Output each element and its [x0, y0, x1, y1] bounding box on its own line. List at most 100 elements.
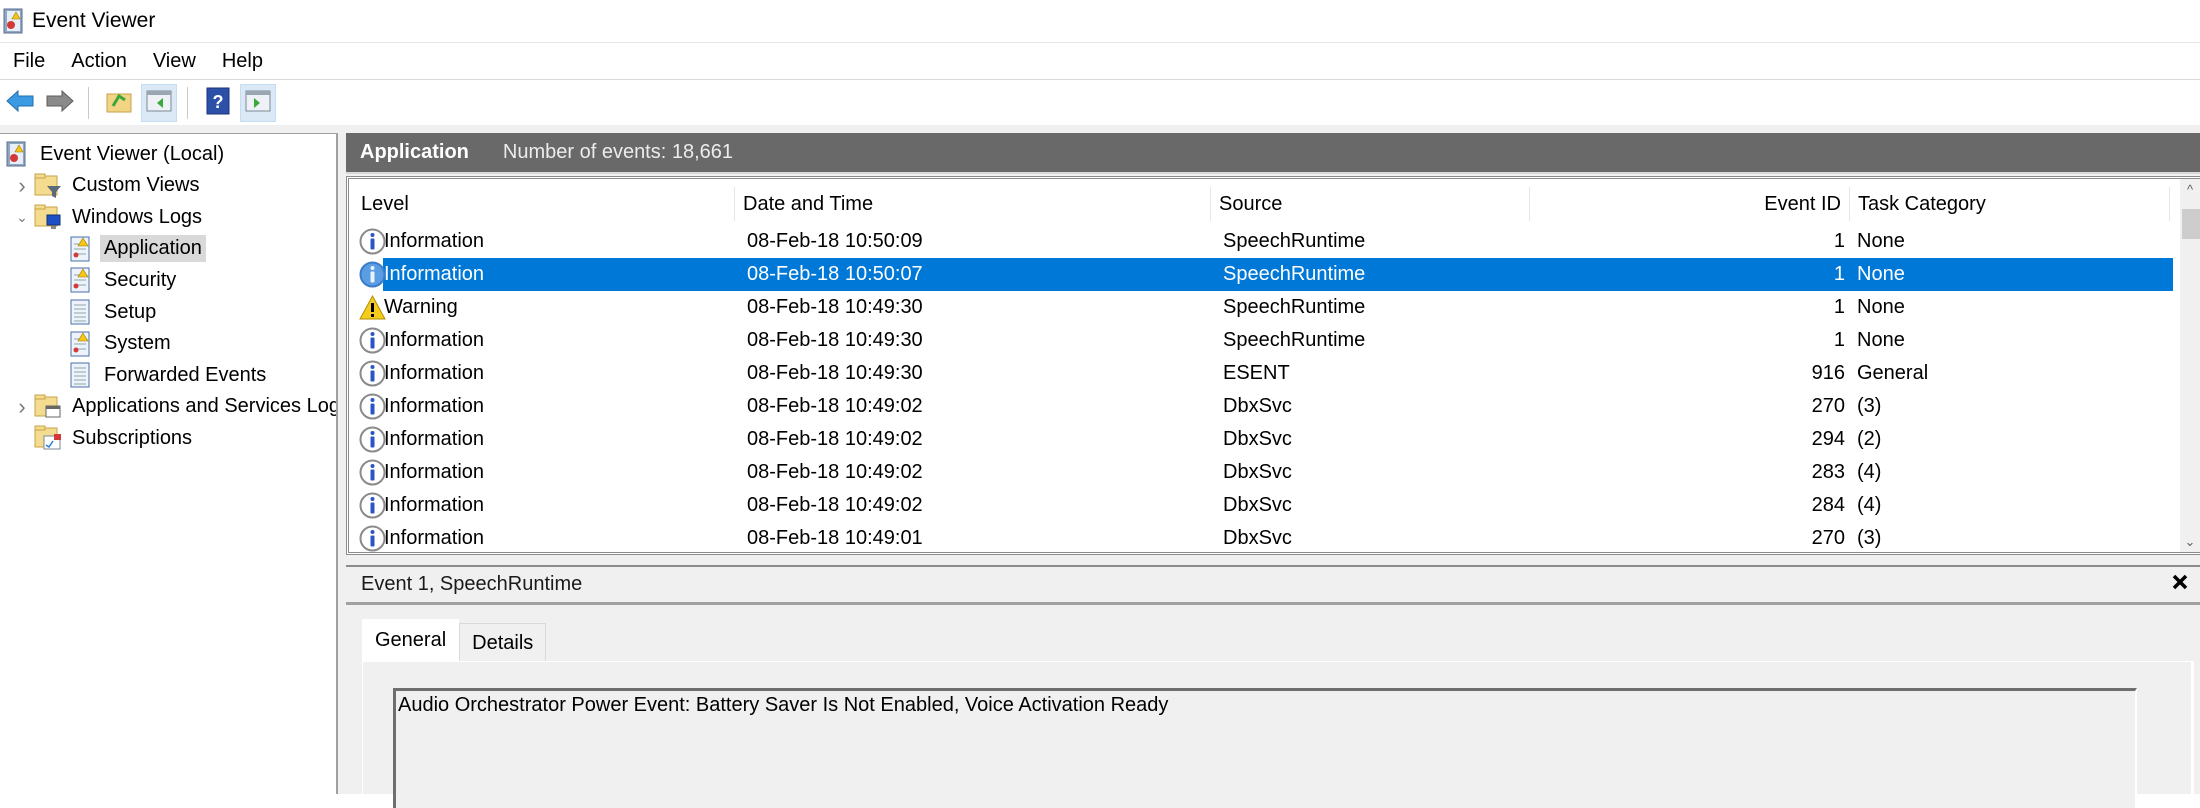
cell-task-category: (2) — [1857, 428, 1882, 450]
log-warning-icon — [66, 331, 94, 357]
tree-item-forwarded-events[interactable]: Forwarded Events — [66, 360, 270, 390]
info-icon — [359, 327, 386, 354]
column-header-source[interactable]: Source — [1211, 187, 1530, 221]
column-header-date-time[interactable]: Date and Time — [735, 187, 1211, 221]
table-row[interactable]: Information 08-Feb-18 10:49:30 ESENT 916 Gen… — [353, 357, 2173, 390]
cell-event-id: 270 — [1811, 395, 1845, 417]
details-title: Event 1, SpeechRuntime — [361, 573, 583, 595]
column-header-level[interactable]: Level — [353, 187, 735, 221]
tree-item-label: Custom Views — [72, 174, 200, 197]
info-icon — [359, 426, 386, 453]
help-icon: ? — [206, 87, 230, 120]
menu-view[interactable]: View — [140, 42, 209, 80]
tree-item-security[interactable]: Security — [66, 265, 180, 295]
table-row[interactable]: Warning 08-Feb-18 10:49:30 SpeechRuntime 1 N… — [353, 291, 2173, 324]
tree-item-windows-logs[interactable]: ⌄ Windows Logs — [14, 202, 206, 232]
back-arrow-icon — [5, 88, 35, 119]
forward-button[interactable] — [42, 84, 78, 122]
cell-date-time: 08-Feb-18 10:49:01 — [747, 527, 923, 549]
log-name: Application — [360, 141, 469, 163]
folder-window-icon — [34, 394, 62, 420]
toolbar-separator — [88, 87, 89, 119]
scroll-thumb[interactable] — [2182, 209, 2200, 239]
column-header-event-id[interactable]: Event ID — [1530, 187, 1850, 221]
vertical-scrollbar[interactable]: ^ ⌄ — [2180, 179, 2200, 552]
cell-event-id: 1 — [1833, 230, 1845, 252]
menu-file[interactable]: File — [0, 42, 58, 80]
info-icon — [359, 525, 386, 552]
cell-event-id: 284 — [1811, 494, 1845, 516]
tree-item-applications-and-services-logs[interactable]: › Applications and Services Logs — [14, 392, 336, 422]
event-description-box[interactable]: Audio Orchestrator Power Event: Battery … — [393, 688, 2137, 808]
event-description: Audio Orchestrator Power Event: Battery … — [398, 694, 1169, 716]
help-button[interactable]: ? — [200, 84, 236, 122]
table-row[interactable]: Information 08-Feb-18 10:50:07 SpeechRunti… — [353, 258, 2173, 291]
row-cells: Information 08-Feb-18 10:49:02 DbxSvc 284 (4… — [383, 489, 2173, 522]
windows-logs-folder-icon — [34, 204, 62, 230]
chevron-down-icon[interactable]: ⌄ — [14, 209, 30, 226]
close-details-button[interactable] — [2166, 571, 2194, 599]
cell-source: DbxSvc — [1223, 527, 1292, 549]
cell-date-time: 08-Feb-18 10:49:02 — [747, 461, 923, 483]
table-body: Information 08-Feb-18 10:50:09 SpeechRunti… — [353, 225, 2173, 552]
up-one-level-button[interactable] — [101, 84, 137, 122]
table-row[interactable]: Information 08-Feb-18 10:49:30 SpeechRunti… — [353, 324, 2173, 357]
cell-level: Information — [384, 230, 485, 252]
cell-task-category: (4) — [1857, 494, 1882, 516]
cell-date-time: 08-Feb-18 10:50:07 — [747, 263, 923, 285]
toolbar: ? — [0, 81, 2200, 125]
cell-task-category: None — [1857, 296, 1905, 318]
table-row[interactable]: Information 08-Feb-18 10:49:01 DbxSvc 270 (3… — [353, 522, 2173, 552]
subscriptions-icon — [34, 425, 62, 451]
table-row[interactable]: Information 08-Feb-18 10:49:02 DbxSvc 270 (3… — [353, 390, 2173, 423]
row-cells: Information 08-Feb-18 10:49:30 ESENT 916 Gen… — [383, 357, 2173, 390]
tree-item-custom-views[interactable]: › Custom Views — [14, 171, 203, 201]
cell-date-time: 08-Feb-18 10:49:30 — [747, 329, 923, 351]
tree-item-setup[interactable]: Setup — [66, 297, 160, 327]
tab-details[interactable]: Details — [459, 623, 547, 661]
cell-level: Warning — [384, 296, 458, 318]
row-cells: Information 08-Feb-18 10:49:02 DbxSvc 294 (2… — [383, 423, 2173, 456]
chevron-right-icon[interactable]: › — [14, 394, 30, 420]
table-row[interactable]: Information 08-Feb-18 10:49:02 DbxSvc 284 (4… — [353, 489, 2173, 522]
cell-task-category: (3) — [1857, 395, 1882, 417]
tree-item-subscriptions[interactable]: Subscriptions — [14, 423, 196, 453]
column-header-task-category[interactable]: Task Category — [1850, 187, 2170, 221]
table-row[interactable]: Information 08-Feb-18 10:49:02 DbxSvc 294 (2… — [353, 423, 2173, 456]
show-hide-console-tree-button[interactable] — [141, 84, 177, 122]
toolbar-separator — [187, 87, 188, 119]
row-cells: Information 08-Feb-18 10:50:07 SpeechRunti… — [383, 258, 2173, 291]
cell-date-time: 08-Feb-18 10:49:30 — [747, 362, 923, 384]
row-cells: Information 08-Feb-18 10:50:09 SpeechRunti… — [383, 225, 2173, 258]
menu-help[interactable]: Help — [209, 42, 276, 80]
cell-event-id: 294 — [1811, 428, 1845, 450]
cell-source: SpeechRuntime — [1223, 263, 1366, 285]
info-icon — [359, 360, 386, 387]
details-tabs: General Details — [362, 619, 547, 661]
event-viewer-icon — [2, 141, 30, 167]
cell-level: Information — [384, 362, 485, 384]
tab-general[interactable]: General — [362, 619, 460, 661]
log-plain-icon — [66, 299, 94, 325]
table-row[interactable]: Information 08-Feb-18 10:50:09 SpeechRunti… — [353, 225, 2173, 258]
back-button[interactable] — [2, 84, 38, 122]
cell-source: DbxSvc — [1223, 494, 1292, 516]
cell-source: SpeechRuntime — [1223, 296, 1366, 318]
menu-action[interactable]: Action — [58, 42, 140, 80]
show-hide-action-pane-button[interactable] — [240, 84, 276, 122]
cell-source: DbxSvc — [1223, 461, 1292, 483]
menu-bar: File Action View Help — [0, 42, 2200, 80]
cell-event-id: 270 — [1811, 527, 1845, 549]
scroll-up-icon[interactable]: ^ — [2180, 179, 2200, 201]
tree-item-event-viewer-local[interactable]: Event Viewer (Local) — [2, 139, 228, 169]
pane-splitter[interactable] — [338, 133, 346, 794]
row-cells: Information 08-Feb-18 10:49:30 SpeechRunti… — [383, 324, 2173, 357]
chevron-right-icon[interactable]: › — [14, 173, 30, 199]
tree-item-label: System — [104, 332, 171, 355]
tree-item-application[interactable]: Application — [66, 234, 206, 264]
scroll-down-icon[interactable]: ⌄ — [2180, 531, 2200, 552]
cell-date-time: 08-Feb-18 10:50:09 — [747, 230, 923, 252]
tree-item-system[interactable]: System — [66, 329, 175, 359]
table-row[interactable]: Information 08-Feb-18 10:49:02 DbxSvc 283 (4… — [353, 456, 2173, 489]
table-header: Level Date and Time Source Event ID Task… — [353, 187, 2173, 221]
